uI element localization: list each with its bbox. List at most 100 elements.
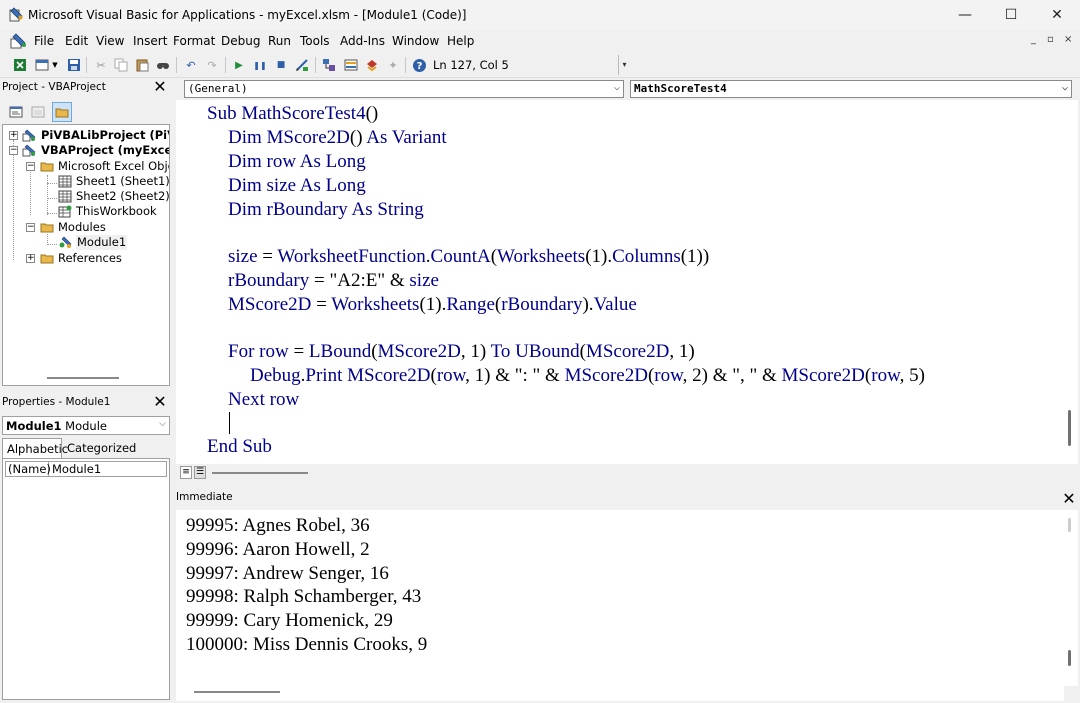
svg-text:?: ?: [416, 61, 422, 72]
object-select-value: (General): [188, 82, 248, 95]
immediate-output[interactable]: 99995: Agnes Robel, 36 99996: Aaron Howe…: [176, 510, 1064, 686]
design-mode-icon[interactable]: [294, 57, 310, 73]
properties-panel-close-button[interactable]: ✕: [151, 393, 169, 411]
tree-item-module1[interactable]: Module1: [3, 235, 169, 250]
tree-item-excel-objects[interactable]: − Microsoft Excel Object: [3, 159, 169, 174]
project-tree-scrollbar[interactable]: [47, 377, 119, 379]
toolbar-options-button[interactable]: ▾: [618, 55, 630, 75]
menu-format[interactable]: Format: [173, 34, 215, 48]
project-panel-header: Project - VBAProject: [0, 78, 172, 98]
worksheet-icon: [58, 175, 72, 188]
find-icon[interactable]: [155, 57, 171, 73]
object-browser-icon[interactable]: [364, 57, 380, 73]
menu-tools[interactable]: Tools: [300, 34, 330, 48]
tree-item-thisworkbook[interactable]: ThisWorkbook: [3, 204, 169, 219]
mdi-restore-button[interactable]: ▫: [1047, 34, 1054, 45]
full-module-view-icon[interactable]: ☰: [194, 466, 206, 479]
props-combo-type: Module: [65, 419, 107, 433]
toolbox-icon[interactable]: ✦: [385, 57, 401, 73]
folder-open-icon: [40, 223, 54, 233]
properties-grid: (Name) Module1: [2, 458, 170, 700]
folder-icon: [40, 254, 54, 264]
vba-menu-icon[interactable]: [10, 33, 28, 49]
property-value[interactable]: Module1: [52, 462, 101, 476]
copy-icon[interactable]: [113, 57, 129, 73]
tree-item-vbaproject[interactable]: − VBAProject (myExcel.: [3, 143, 169, 158]
properties-tabs: Alphabetic Categorized: [2, 438, 170, 458]
collapse-minus-icon[interactable]: −: [9, 146, 18, 155]
tree-item-sheet2[interactable]: Sheet2 (Sheet2): [3, 189, 169, 204]
tree-item-pivbalib[interactable]: + PiVBALibProject (PiVB: [3, 128, 169, 143]
menu-help[interactable]: Help: [447, 34, 474, 48]
cut-icon[interactable]: ✂: [93, 57, 109, 73]
immediate-horizontal-scrollbar[interactable]: [194, 691, 280, 693]
project-explorer-icon[interactable]: [321, 57, 337, 73]
menu-window[interactable]: Window: [392, 34, 439, 48]
immediate-close-button[interactable]: ✕: [1060, 490, 1078, 508]
workbook-icon: [58, 205, 72, 218]
chevron-down-icon[interactable]: ▼: [50, 57, 60, 73]
break-icon[interactable]: ❚❚: [252, 57, 268, 73]
code-line: rBoundary = "A2:E" & size: [228, 270, 439, 291]
redo-icon[interactable]: ↷: [204, 57, 220, 73]
project-tree: + PiVBALibProject (PiVB − VBAProject (my…: [2, 124, 170, 386]
insert-module-icon[interactable]: [34, 57, 50, 73]
property-row-name[interactable]: (Name) Module1: [5, 461, 167, 477]
tree-item-references[interactable]: + References: [3, 251, 169, 266]
properties-panel-title: Properties - Module1: [2, 396, 111, 408]
mdi-minimize-button[interactable]: _: [1031, 34, 1036, 45]
undo-icon[interactable]: ↶: [183, 57, 199, 73]
expand-plus-icon[interactable]: +: [26, 254, 35, 263]
tree-item-modules[interactable]: − Modules: [3, 220, 169, 235]
object-select[interactable]: (General) ⌵: [184, 80, 624, 98]
immediate-line: 99998: Ralph Schamberger, 43: [186, 586, 422, 607]
paste-icon[interactable]: [134, 57, 150, 73]
toolbar-separator: [315, 57, 316, 73]
menu-edit[interactable]: Edit: [65, 34, 88, 48]
code-bottom-bar: ≡ ☰: [176, 464, 1064, 482]
collapse-minus-icon[interactable]: −: [26, 223, 35, 232]
scroll-thumb[interactable]: [1068, 410, 1071, 446]
save-icon[interactable]: [66, 57, 82, 73]
project-panel-close-button[interactable]: ✕: [151, 78, 169, 96]
toggle-folders-icon[interactable]: [52, 102, 72, 122]
menu-run[interactable]: Run: [268, 34, 291, 48]
help-icon[interactable]: ?: [411, 57, 427, 73]
procedure-view-icon[interactable]: ≡: [180, 466, 192, 479]
tree-item-sheet1[interactable]: Sheet1 (Sheet1): [3, 174, 169, 189]
close-button[interactable]: ✕: [1034, 0, 1080, 30]
mdi-close-button[interactable]: ×: [1064, 34, 1072, 45]
tab-categorized[interactable]: Categorized: [63, 438, 136, 458]
view-object-icon[interactable]: [28, 102, 48, 122]
menu-view[interactable]: View: [96, 34, 124, 48]
view-excel-icon[interactable]: [12, 57, 28, 73]
code-editor[interactable]: Sub MathScoreTest4() Dim MScore2D() As V…: [176, 100, 1064, 464]
run-icon[interactable]: ▶: [231, 57, 247, 73]
folder-open-icon: [40, 162, 54, 172]
minimize-button[interactable]: —: [942, 0, 988, 30]
scroll-thumb[interactable]: [1068, 650, 1071, 666]
menu-insert[interactable]: Insert: [133, 34, 167, 48]
properties-window-icon[interactable]: [343, 57, 359, 73]
collapse-minus-icon[interactable]: −: [26, 162, 35, 171]
project-panel-title: Project - VBAProject: [2, 81, 106, 93]
code-line: Dim row As Long: [228, 151, 366, 172]
code-horizontal-scrollbar[interactable]: [212, 472, 308, 474]
property-name: (Name): [8, 462, 51, 476]
menu-add-ins[interactable]: Add-Ins: [340, 34, 385, 48]
immediate-line: 100000: Miss Dennis Crooks, 9: [186, 634, 428, 655]
menu-file[interactable]: File: [34, 34, 54, 48]
project-toolbar: [0, 100, 172, 124]
tab-alphabetic[interactable]: Alphabetic: [2, 438, 68, 458]
text-caret: [229, 412, 230, 434]
maximize-button[interactable]: ☐: [988, 0, 1034, 30]
procedure-select[interactable]: MathScoreTest4 ⌵: [630, 80, 1072, 98]
properties-object-select[interactable]: Module1 Module ⌵: [2, 416, 170, 435]
code-line: Dim MScore2D() As Variant: [228, 127, 447, 148]
view-code-icon[interactable]: [6, 102, 26, 122]
menu-debug[interactable]: Debug: [221, 34, 260, 48]
immediate-vertical-scrollbar[interactable]: [1064, 510, 1078, 686]
code-vertical-scrollbar[interactable]: [1064, 100, 1078, 464]
reset-icon[interactable]: ■: [273, 57, 289, 73]
expand-plus-icon[interactable]: +: [9, 131, 18, 140]
